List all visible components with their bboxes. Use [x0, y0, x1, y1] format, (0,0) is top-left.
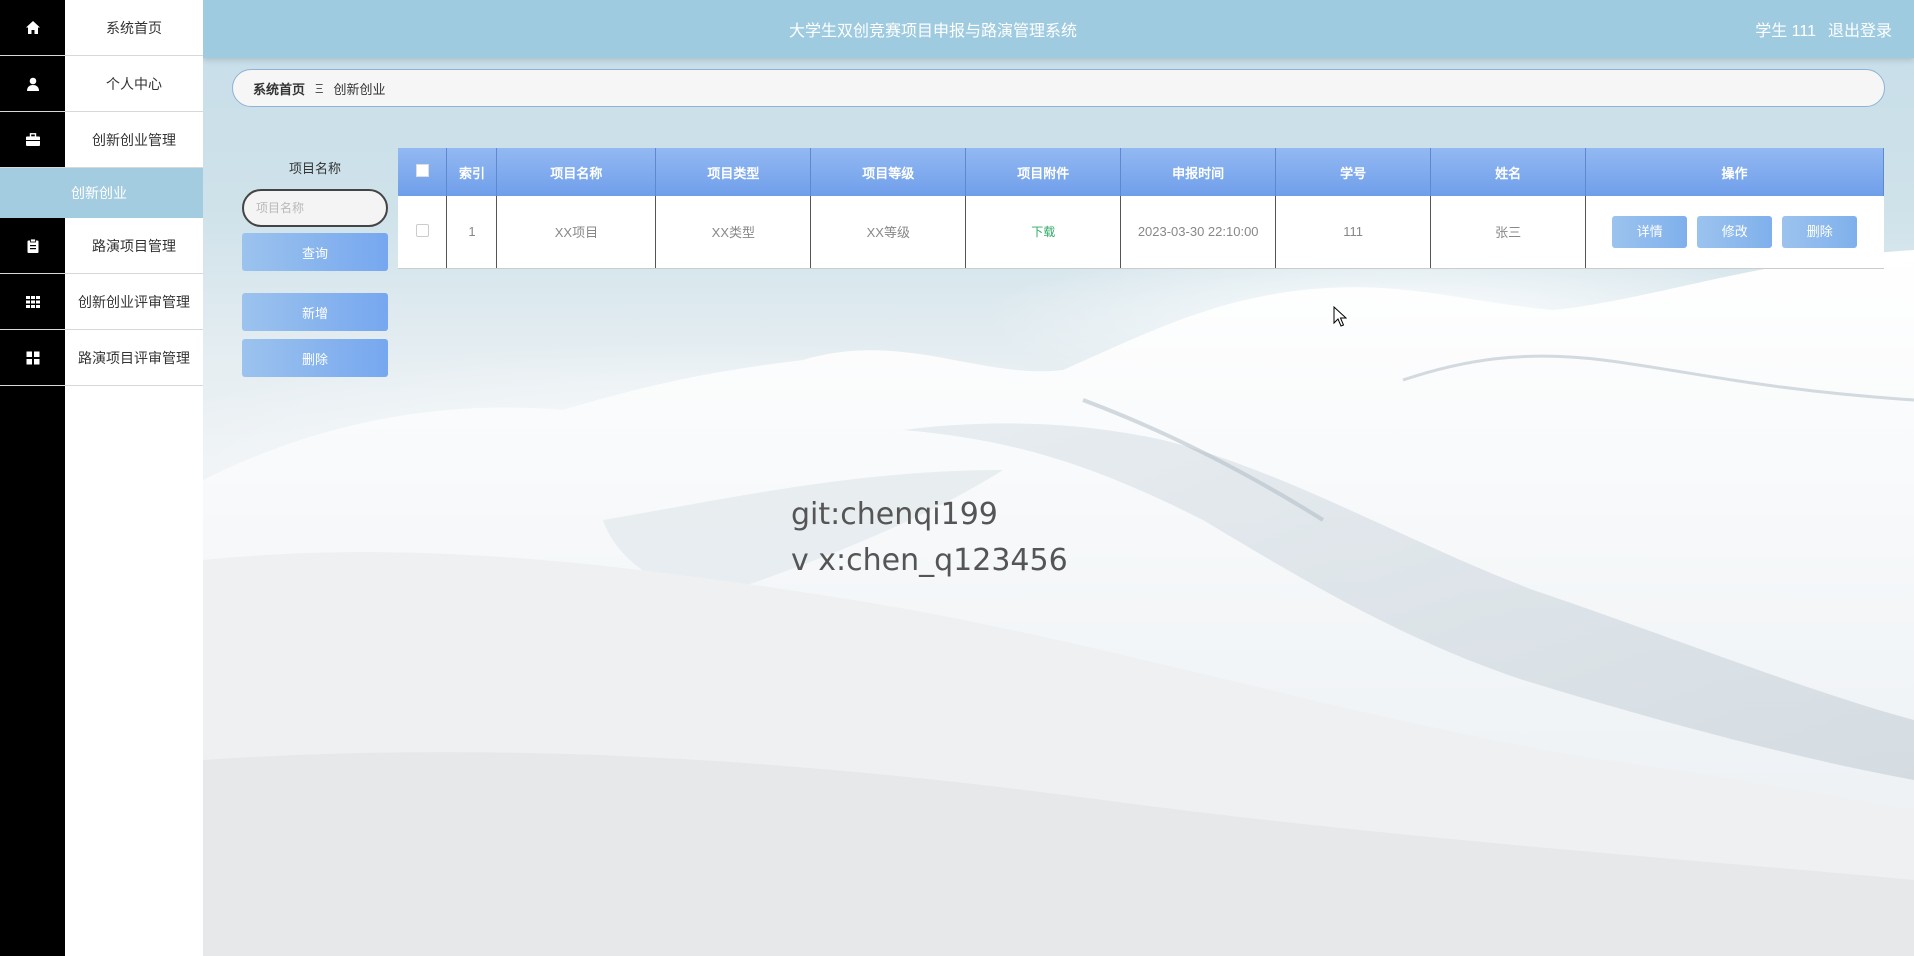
index-cell: 1	[446, 196, 498, 269]
column-header: 项目名称	[496, 148, 657, 196]
batch-delete-button[interactable]: 删除	[242, 339, 388, 377]
sidebar-item-home[interactable]: 系统首页	[0, 0, 203, 56]
sidebar-item-label: 个人中心	[106, 75, 162, 92]
user-icon	[0, 56, 65, 111]
search-label: 项目名称	[288, 161, 341, 176]
briefcase-icon	[0, 112, 65, 167]
column-header: 姓名	[1430, 148, 1587, 196]
project-table: 索引 项目名称 项目类型 项目等级 项目附件 申报时间 学号 姓名 操作 1 X…	[398, 148, 1884, 269]
column-header: 索引	[446, 148, 498, 196]
select-all-checkbox[interactable]	[415, 164, 429, 177]
mouse-cursor-icon	[1333, 306, 1347, 327]
column-header: 项目附件	[965, 148, 1122, 196]
top-bar: 大学生双创竞赛项目申报与路演管理系统 学生 111 退出登录	[203, 0, 1914, 58]
column-header: 操作	[1585, 148, 1884, 196]
logout-link[interactable]: 退出登录	[1828, 17, 1892, 41]
sidebar-item-innovation[interactable]: 创新创业	[0, 168, 203, 218]
edit-button[interactable]: 修改	[1697, 215, 1773, 248]
watermark-text: git:chenqi199 v x:chen_q123456	[791, 492, 1068, 584]
actions-cell: 详情 修改 删除	[1585, 196, 1884, 269]
row-checkbox[interactable]	[415, 223, 429, 237]
main-content: 大学生双创竞赛项目申报与路演管理系统 学生 111 退出登录 系统首页 Ξ 创新…	[203, 0, 1914, 956]
breadcrumb-home[interactable]: 系统首页	[253, 79, 305, 98]
watermark-line-1: git:chenqi199	[791, 497, 998, 532]
attachment-cell: 下载	[965, 196, 1122, 269]
row-select-cell	[398, 196, 448, 269]
user-area: 学生 111 退出登录	[1755, 0, 1892, 58]
column-header: 申报时间	[1120, 148, 1277, 196]
sidebar-item-personal-center[interactable]: 个人中心	[0, 56, 203, 112]
sidebar-item-roadshow-management[interactable]: 路演项目管理	[0, 218, 203, 274]
breadcrumb-separator: Ξ	[315, 80, 324, 96]
user-label: 学生 111	[1755, 23, 1816, 40]
table-row: 1 XX项目 XX类型 XX等级 下载 2023-03-30 22:10:00 …	[398, 196, 1884, 269]
column-header: 学号	[1275, 148, 1432, 196]
sidebar-item-label: 系统首页	[106, 19, 162, 36]
project-name-search-input[interactable]	[242, 189, 388, 227]
watermark-line-2: v x:chen_q123456	[791, 543, 1068, 578]
sidebar-item-label: 创新创业评审管理	[78, 293, 190, 310]
delete-button[interactable]: 删除	[1782, 215, 1858, 248]
detail-button[interactable]: 详情	[1612, 215, 1688, 248]
query-button[interactable]: 查询	[242, 233, 388, 271]
download-link[interactable]: 下载	[1031, 225, 1055, 239]
project-level-cell: XX等级	[810, 196, 967, 269]
select-all-cell	[398, 148, 448, 196]
table-header-row: 索引 项目名称 项目类型 项目等级 项目附件 申报时间 学号 姓名 操作	[398, 148, 1884, 196]
sidebar-item-label: 路演项目管理	[92, 237, 176, 254]
project-name-cell: XX项目	[496, 196, 657, 269]
app-title: 大学生双创竞赛项目申报与路演管理系统	[788, 23, 1077, 40]
breadcrumb: 系统首页 Ξ 创新创业	[232, 69, 1885, 107]
clipboard-icon	[0, 218, 65, 273]
column-header: 项目等级	[810, 148, 967, 196]
grid-icon	[0, 274, 65, 329]
sidebar-item-innovation-review[interactable]: 创新创业评审管理	[0, 274, 203, 330]
breadcrumb-current: 创新创业	[333, 81, 386, 97]
sidebar-item-roadshow-review[interactable]: 路演项目评审管理	[0, 330, 203, 386]
student-id-cell: 111	[1275, 196, 1432, 269]
submit-time-text: 2023-03-30 22:10:00	[1137, 223, 1259, 239]
add-button[interactable]: 新增	[242, 293, 388, 331]
apps-icon	[0, 330, 65, 385]
sidebar-item-label: 路演项目评审管理	[78, 349, 190, 366]
project-type-cell: XX类型	[655, 196, 812, 269]
student-name-cell: 张三	[1430, 196, 1587, 269]
home-icon	[0, 0, 65, 55]
submit-time-cell: 2023-03-30 22:10:00	[1120, 196, 1277, 269]
sidebar-item-label: 创新创业	[71, 185, 127, 201]
column-header: 项目类型	[655, 148, 812, 196]
sidebar-item-label: 创新创业管理	[92, 131, 176, 148]
snow-mountain-background	[203, 250, 1914, 956]
sidebar-item-innovation-management[interactable]: 创新创业管理	[0, 112, 203, 168]
